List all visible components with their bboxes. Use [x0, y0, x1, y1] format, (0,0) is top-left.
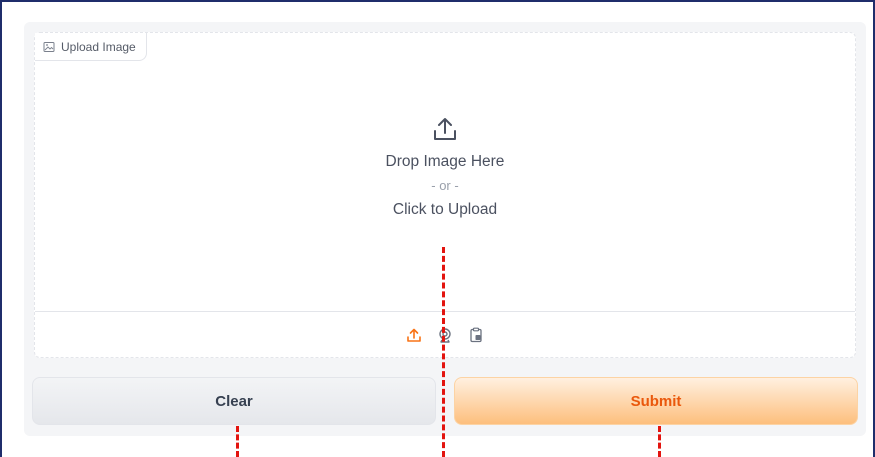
annotation-dashed-line-center [442, 247, 445, 457]
drop-image-text: Drop Image Here [385, 153, 505, 170]
upload-source-icon[interactable] [406, 327, 423, 344]
submit-button[interactable]: Submit [454, 377, 858, 425]
webcam-source-icon[interactable] [437, 327, 454, 344]
upload-icon [431, 115, 459, 143]
clipboard-source-icon[interactable] [468, 327, 485, 344]
clear-button[interactable]: Clear [32, 377, 436, 425]
image-interface-panel: Upload Image Drop Image Here - or - Clic… [24, 22, 866, 436]
annotation-dashed-line-submit [658, 426, 661, 457]
image-icon [43, 41, 55, 53]
image-drop-zone[interactable]: Drop Image Here - or - Click to Upload [35, 61, 855, 311]
annotation-dashed-line-clear [236, 426, 239, 457]
image-source-selector [35, 311, 855, 358]
upload-image-label-tag: Upload Image [35, 33, 147, 61]
or-separator-text: - or - [431, 178, 459, 193]
upload-image-label: Upload Image [61, 39, 136, 54]
image-upload-box: Upload Image Drop Image Here - or - Clic… [34, 32, 856, 358]
click-to-upload-text[interactable]: Click to Upload [393, 201, 497, 219]
